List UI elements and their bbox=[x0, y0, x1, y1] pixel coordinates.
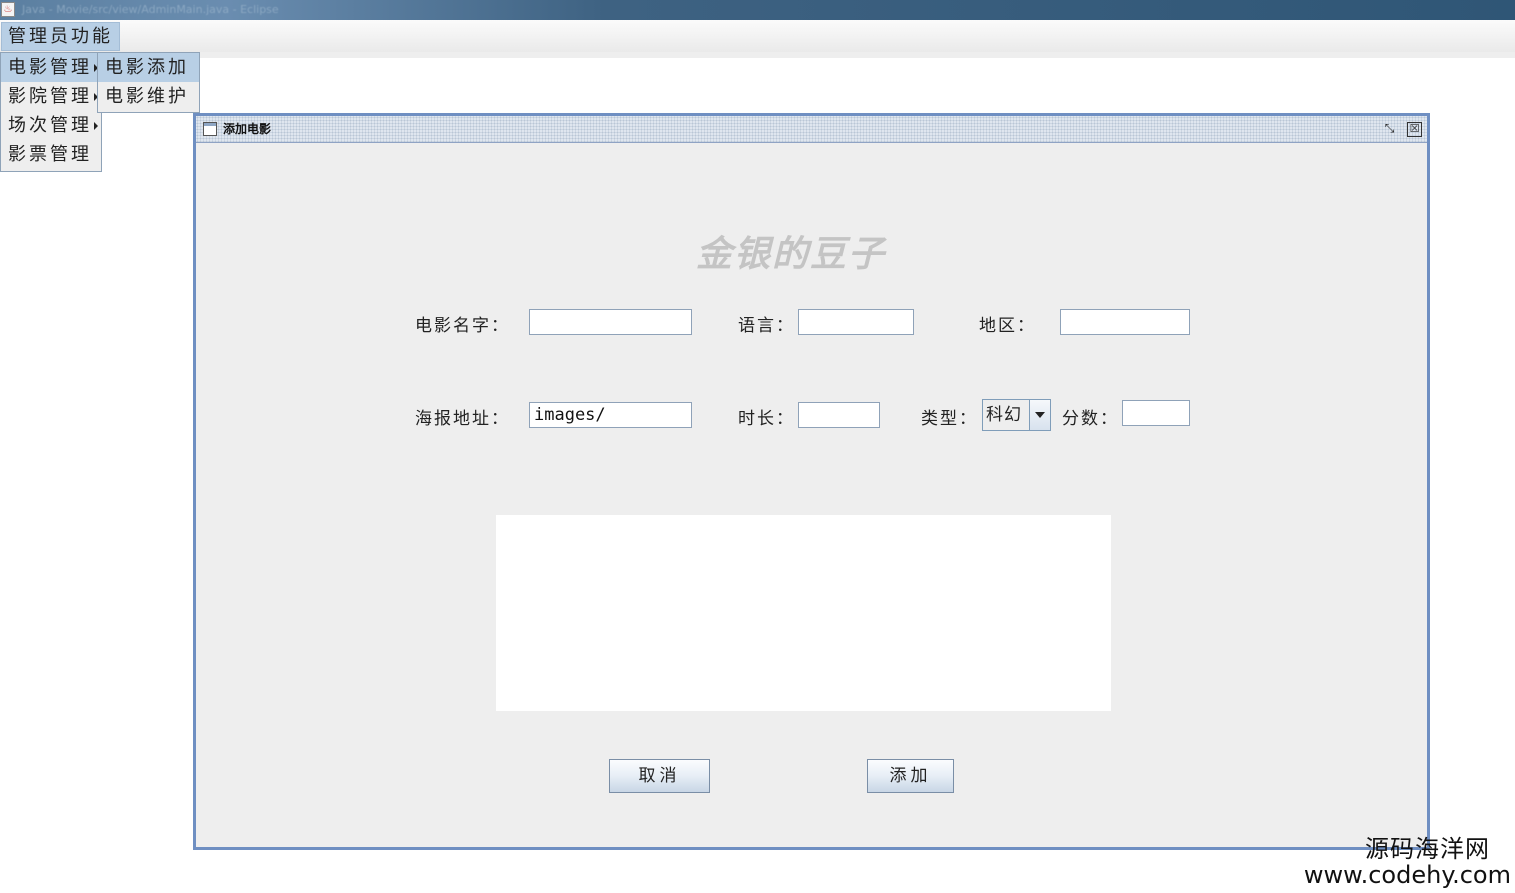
dialog-titlebar[interactable]: 添加电影 ⤡ ☒ bbox=[196, 116, 1427, 143]
movie-name-input[interactable] bbox=[529, 309, 692, 335]
dialog-title: 添加电影 bbox=[223, 122, 272, 136]
dialog-body: 金银的豆子 电影名字： 语言： 地区： 海报地址： images/ 时长： 类型… bbox=[196, 143, 1427, 847]
watermark-site-name: 源码海洋网 bbox=[1364, 835, 1490, 863]
menu-item-label: 影院管理 bbox=[8, 86, 92, 107]
menu-item-maintain-movie[interactable]: 电影维护 bbox=[98, 82, 199, 111]
language-label: 语言： bbox=[738, 316, 795, 336]
app-title: Java - Movie/src/view/AdminMain.java - E… bbox=[22, 3, 279, 16]
menu-item-movie-management[interactable]: 电影管理 bbox=[1, 53, 101, 82]
menu-item-add-movie[interactable]: 电影添加 bbox=[98, 53, 199, 82]
menu-item-label: 影票管理 bbox=[8, 144, 92, 165]
app-titlebar: ♨ Java - Movie/src/view/AdminMain.java -… bbox=[0, 0, 1515, 20]
menu-item-label: 电影添加 bbox=[105, 57, 189, 78]
site-watermark: 源码海洋网 www.codehy.com bbox=[1304, 837, 1511, 887]
java-app-icon[interactable]: ♨ bbox=[1, 2, 15, 17]
duration-input[interactable] bbox=[798, 402, 880, 428]
menu-item-cinema-management[interactable]: 影院管理 bbox=[1, 82, 101, 111]
menu-item-session-management[interactable]: 场次管理 bbox=[1, 111, 101, 140]
movie-submenu-popup: 电影添加 电影维护 bbox=[97, 52, 200, 113]
window-icon bbox=[203, 122, 217, 136]
menu-item-label: 场次管理 bbox=[8, 115, 92, 136]
restore-icon[interactable]: ⤡ bbox=[1382, 122, 1397, 137]
dropdown-arrow-icon[interactable] bbox=[1030, 400, 1050, 430]
submenu-arrow-icon bbox=[94, 122, 98, 130]
menu-admin-functions[interactable]: 管理员功能 bbox=[1, 22, 120, 51]
duration-label: 时长： bbox=[738, 409, 795, 429]
region-input[interactable] bbox=[1060, 309, 1190, 335]
add-button[interactable]: 添加 bbox=[867, 759, 954, 793]
movie-name-label: 电影名字： bbox=[415, 316, 510, 336]
type-dropdown[interactable]: 科幻 bbox=[982, 399, 1051, 431]
score-input[interactable] bbox=[1122, 400, 1190, 426]
description-textarea[interactable] bbox=[496, 515, 1111, 711]
score-label: 分数： bbox=[1062, 409, 1119, 429]
banner-title: 金银的豆子 bbox=[695, 234, 886, 275]
watermark-url: www.codehy.com bbox=[1303, 861, 1511, 889]
region-label: 地区： bbox=[979, 316, 1036, 336]
admin-menu-popup: 电影管理 影院管理 场次管理 影票管理 bbox=[0, 52, 102, 172]
poster-label: 海报地址： bbox=[415, 409, 510, 429]
close-icon[interactable]: ☒ bbox=[1407, 122, 1422, 137]
menu-item-label: 电影维护 bbox=[105, 86, 189, 107]
language-input[interactable] bbox=[798, 309, 914, 335]
type-label: 类型： bbox=[921, 409, 978, 429]
cancel-button[interactable]: 取消 bbox=[609, 759, 710, 793]
menu-item-label: 电影管理 bbox=[8, 57, 92, 78]
menubar: 管理员功能 bbox=[0, 20, 1515, 53]
poster-input[interactable]: images/ bbox=[529, 402, 692, 428]
add-movie-dialog: 添加电影 ⤡ ☒ 金银的豆子 电影名字： 语言： 地区： 海报地址： image… bbox=[193, 113, 1430, 850]
menu-item-ticket-management[interactable]: 影票管理 bbox=[1, 140, 101, 169]
toolbar-strip bbox=[0, 52, 1515, 58]
type-selected-value: 科幻 bbox=[983, 400, 1030, 430]
